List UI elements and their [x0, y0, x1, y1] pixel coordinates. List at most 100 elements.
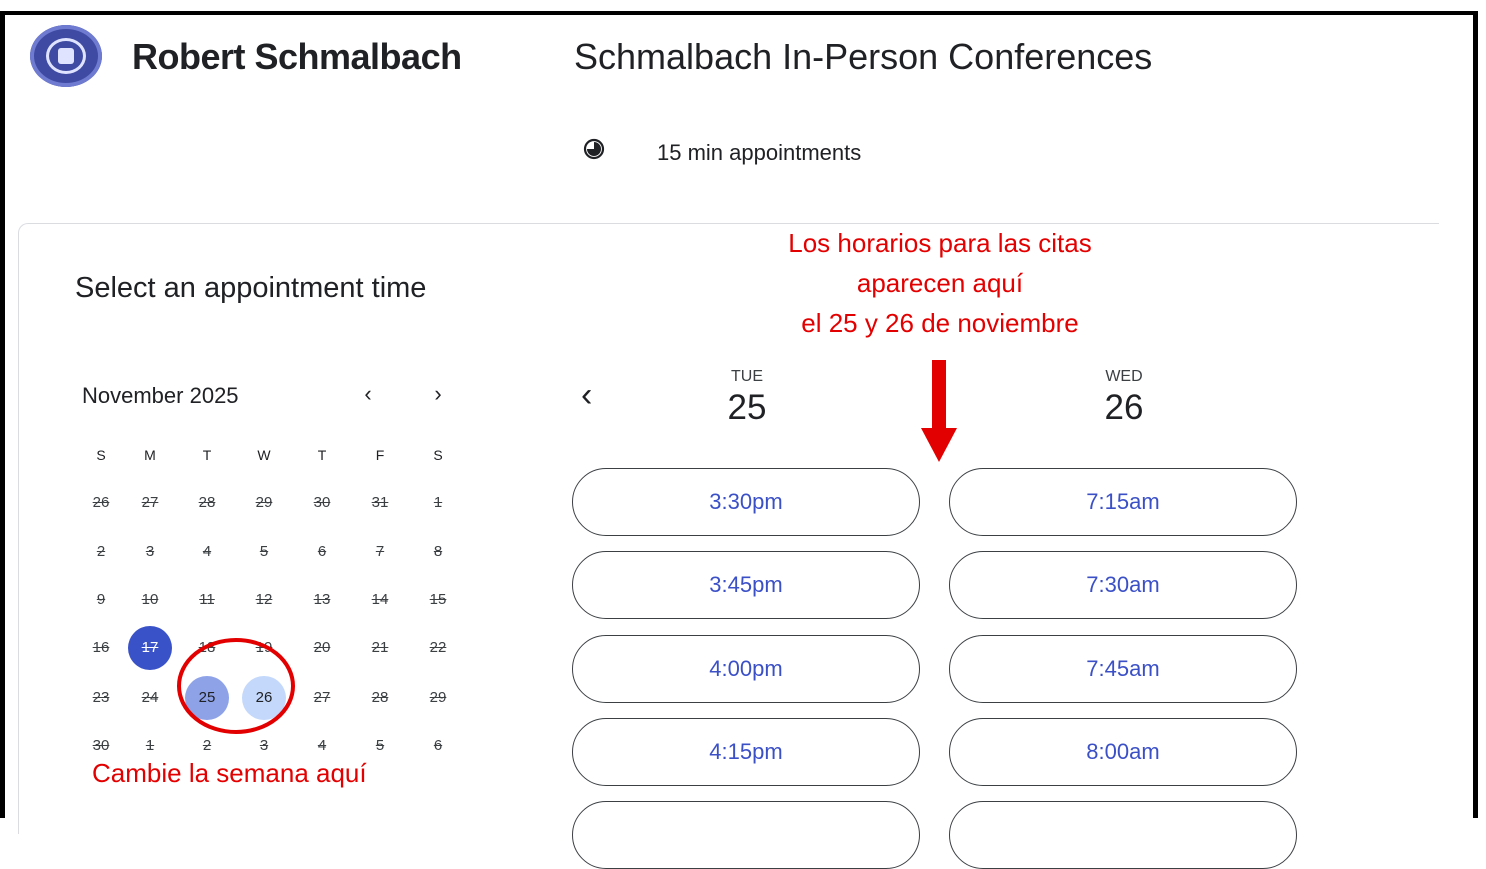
slot-column-header: WED 26: [1064, 368, 1184, 428]
column-weekday: TUE: [731, 368, 763, 385]
calendar-day-number: 1: [433, 494, 443, 511]
calendar-day-number: 12: [255, 591, 273, 608]
calendar-day: 28: [185, 481, 229, 525]
calendar-day-number: 14: [371, 591, 389, 608]
calendar-day-number: 29: [429, 689, 447, 706]
calendar-day-number: 31: [371, 494, 389, 511]
calendar-day-number: 27: [141, 494, 159, 511]
time-slot-button[interactable]: 4:15pm: [572, 718, 920, 786]
calendar-day: 28: [358, 676, 402, 720]
time-slot-button[interactable]: 7:15am: [949, 468, 1297, 536]
time-slot-button[interactable]: 7:45am: [949, 635, 1297, 703]
calendar-day: 23: [79, 676, 123, 720]
calendar-weekday-label: T: [202, 447, 212, 463]
calendar-weekday-label: F: [375, 447, 385, 463]
frame-top-border: [0, 11, 1478, 15]
column-date: 25: [727, 388, 767, 427]
annotation-week-note: Cambie la semana aquí: [92, 758, 367, 788]
calendar-day-number: 5: [375, 737, 385, 754]
calendar-day: 24: [128, 676, 172, 720]
time-slot-button[interactable]: 3:30pm: [572, 468, 920, 536]
calendar-day: 4: [185, 530, 229, 574]
frame-right-border: [1473, 11, 1478, 818]
calendar-weekday-label: S: [96, 447, 106, 463]
annotation-line: Los horarios para las citas: [788, 228, 1092, 258]
owner-name: Robert Schmalbach: [132, 36, 462, 77]
calendar-day: 21: [358, 626, 402, 670]
calendar-day-number: 2: [202, 737, 212, 754]
calendar-day: 14: [358, 578, 402, 622]
calendar-day-number: 4: [317, 737, 327, 754]
calendar-day-number: 30: [92, 737, 110, 754]
calendar-weekday-label: M: [144, 447, 156, 463]
calendar-day: 2: [79, 530, 123, 574]
calendar-day: 6: [416, 724, 460, 768]
calendar-day-number: 21: [371, 639, 389, 656]
calendar-day: 12: [242, 578, 286, 622]
time-slot-button[interactable]: 7:30am: [949, 551, 1297, 619]
column-weekday: WED: [1105, 368, 1143, 385]
next-month-button[interactable]: ›: [426, 381, 450, 407]
calendar-day: 26: [79, 481, 123, 525]
calendar-day-number: 11: [199, 591, 215, 608]
calendar-day: 7: [358, 530, 402, 574]
calendar-day: 6: [300, 530, 344, 574]
calendar-day: 10: [128, 578, 172, 622]
owner-logo-icon: [30, 25, 102, 87]
calendar-weekday-label: S: [433, 447, 443, 463]
calendar-day: 15: [416, 578, 460, 622]
annotation-arrow-icon: [921, 360, 957, 462]
calendar-weekday-label: W: [257, 447, 271, 463]
calendar-day-number: 3: [259, 737, 269, 754]
calendar-day-number: 3: [145, 543, 155, 560]
calendar-day-number: 7: [375, 543, 385, 560]
calendar-day: 31: [358, 481, 402, 525]
prev-month-button[interactable]: ‹: [356, 381, 380, 407]
frame-left-border: [0, 11, 5, 818]
calendar-day-number: 20: [313, 639, 331, 656]
calendar-day-number: 13: [313, 591, 331, 608]
calendar-day-number: 24: [141, 689, 159, 706]
calendar-day: 27: [128, 481, 172, 525]
calendar-day: 22: [416, 626, 460, 670]
prev-week-button[interactable]: ‹: [581, 376, 592, 415]
annotation-line: el 25 y 26 de noviembre: [801, 308, 1079, 338]
clock-icon: [583, 138, 605, 160]
calendar-day-number: 15: [429, 591, 447, 608]
calendar-day-number: 23: [92, 689, 110, 706]
calendar-day: 27: [300, 676, 344, 720]
calendar-day-number: 4: [202, 543, 212, 560]
calendar-day: 1: [416, 481, 460, 525]
time-slot-button[interactable]: 3:45pm: [572, 551, 920, 619]
time-slot-button[interactable]: 8:00am: [949, 718, 1297, 786]
calendar-day-number: 26: [92, 494, 110, 511]
calendar-day-today: 17: [128, 626, 172, 670]
section-title: Select an appointment time: [75, 272, 427, 304]
calendar-day: 5: [242, 530, 286, 574]
calendar-day-number: 28: [198, 494, 216, 511]
time-slot-button-partial[interactable]: [572, 801, 920, 869]
calendar-day-number: 6: [433, 737, 443, 754]
calendar-month-label: November 2025: [82, 383, 239, 408]
calendar-day-number: 6: [317, 543, 327, 560]
calendar-day: 29: [242, 481, 286, 525]
screenshot-frame: Robert Schmalbach Schmalbach In-Person C…: [0, 0, 1486, 869]
calendar-day-number: 29: [255, 494, 273, 511]
slot-column-header: TUE 25: [687, 368, 807, 428]
annotation-circle-icon: [177, 638, 295, 734]
calendar-day: 9: [79, 578, 123, 622]
column-date: 26: [1104, 388, 1144, 427]
calendar-weekday-label: T: [317, 447, 327, 463]
calendar-day-number: 16: [92, 639, 110, 656]
calendar-day-number: 1: [145, 737, 155, 754]
calendar-day: 3: [128, 530, 172, 574]
time-slot-button[interactable]: 4:00pm: [572, 635, 920, 703]
calendar-day-number: 5: [259, 543, 269, 560]
calendar-day-number: 27: [313, 689, 331, 706]
duration-label: 15 min appointments: [657, 140, 862, 165]
time-slot-button-partial[interactable]: [949, 801, 1297, 869]
annotation-slots-note: Los horarios para las citas aparecen aqu…: [760, 223, 1120, 343]
calendar-day: 30: [300, 481, 344, 525]
calendar-day: 16: [79, 626, 123, 670]
calendar-day-number: 17: [141, 639, 159, 656]
